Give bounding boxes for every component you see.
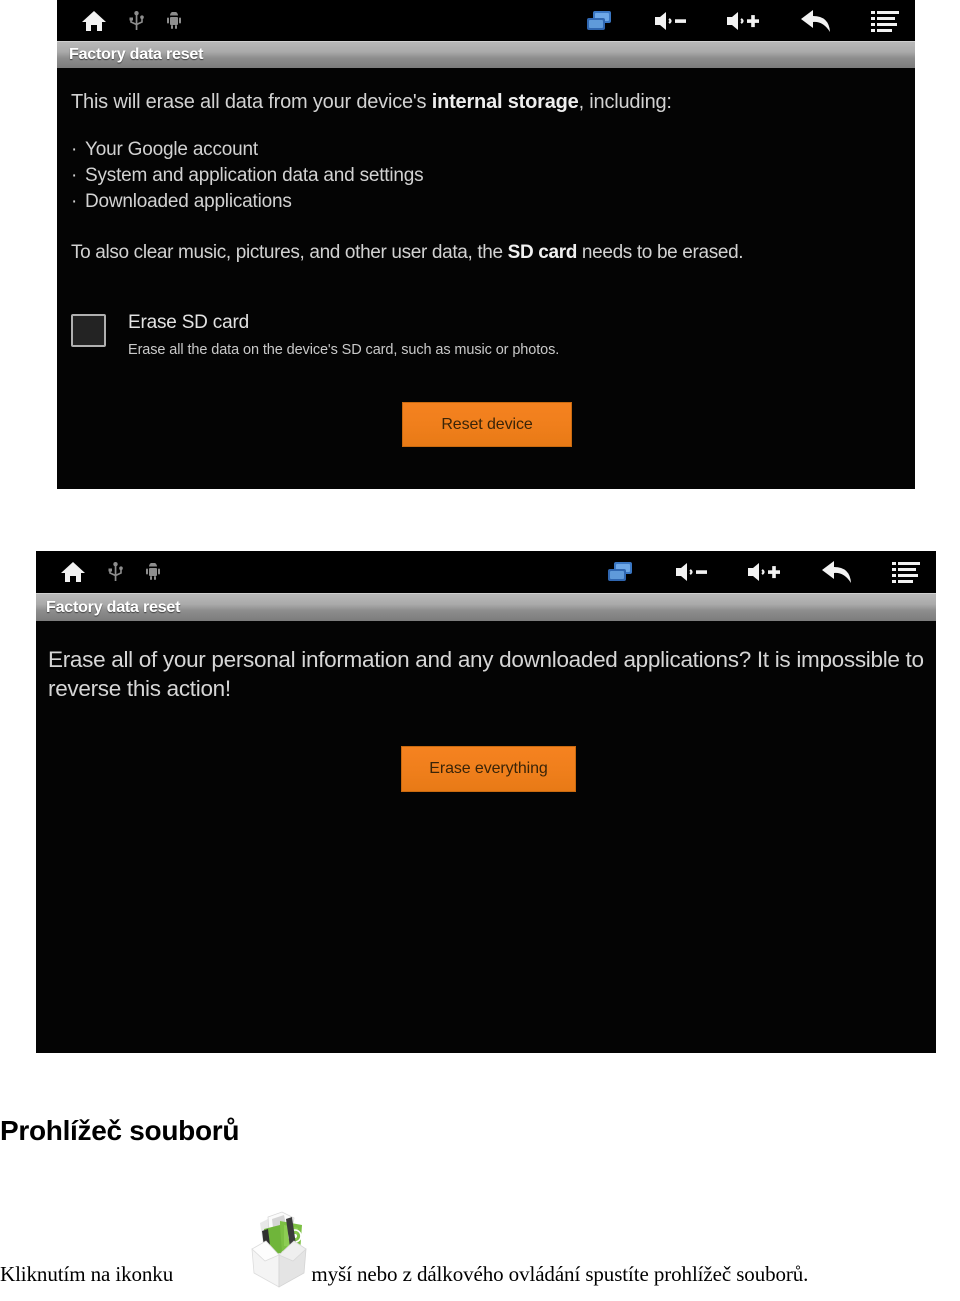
menu-list-icon[interactable] xyxy=(892,561,922,583)
status-bar-left-icons xyxy=(81,9,182,33)
status-bar-left-icons xyxy=(60,560,161,584)
android-screenshot-confirm: Factory data reset Erase all of your per… xyxy=(36,551,936,1053)
status-bar-right-icons xyxy=(606,559,922,585)
erase-sd-card-checkbox[interactable] xyxy=(71,313,106,347)
status-bar-right-icons xyxy=(585,8,901,34)
volume-up-icon[interactable] xyxy=(746,560,782,584)
usb-icon xyxy=(108,562,123,582)
settings-body: This will erase all data from your devic… xyxy=(57,68,915,358)
erase-sd-card-row[interactable]: Erase SD card Erase all the data on the … xyxy=(71,312,915,358)
intro-text: This will erase all data from your devic… xyxy=(71,90,915,115)
erased-items-list: Your Google account System and applicati… xyxy=(71,137,915,216)
sd-card-note: To also clear music, pictures, and other… xyxy=(71,242,915,264)
usb-icon xyxy=(129,10,144,31)
volume-down-icon[interactable] xyxy=(653,9,687,33)
sd-card-note-part-2: needs to be erased. xyxy=(577,241,744,263)
erase-sd-card-labels: Erase SD card Erase all the data on the … xyxy=(128,312,559,358)
caption-text-after: myší nebo z dálkového ovládání spustíte … xyxy=(311,1262,809,1286)
intro-text-emphasis: internal storage xyxy=(431,91,579,113)
caption: Kliknutím na ikonku myší nebo z dálkovéh… xyxy=(0,1262,960,1287)
erase-sd-card-description: Erase all the data on the device's SD ca… xyxy=(128,341,560,358)
android-screenshot-settings: Factory data reset This will erase all d… xyxy=(57,0,915,489)
list-item: Your Google account xyxy=(71,137,915,163)
home-icon[interactable] xyxy=(81,9,107,33)
back-arrow-icon[interactable] xyxy=(820,559,854,585)
status-bar xyxy=(36,551,936,593)
status-bar xyxy=(57,0,915,41)
sd-card-note-part-1: To also clear music, pictures, and other… xyxy=(71,241,508,263)
home-icon[interactable] xyxy=(60,560,86,584)
list-item: System and application data and settings xyxy=(71,163,915,189)
volume-down-icon[interactable] xyxy=(674,560,708,584)
screen-title-bar: Factory data reset xyxy=(36,593,936,621)
android-robot-icon xyxy=(145,562,161,581)
sd-card-note-emphasis: SD card xyxy=(507,241,578,263)
page-title: Prohlížeč souborů xyxy=(0,1115,240,1146)
screens-icon[interactable] xyxy=(606,560,636,584)
back-arrow-icon[interactable] xyxy=(799,8,833,34)
android-robot-icon xyxy=(166,11,182,30)
caption-text-before: Kliknutím na ikonku xyxy=(0,1262,174,1286)
screen-title: Factory data reset xyxy=(46,598,181,616)
confirmation-warning-text: Erase all of your personal information a… xyxy=(48,647,924,702)
screen-title: Factory data reset xyxy=(69,46,204,63)
intro-text-part-1: This will erase all data from your devic… xyxy=(71,91,432,113)
intro-text-part-2: , including: xyxy=(578,91,672,113)
confirm-body: Erase all of your personal information a… xyxy=(36,621,936,704)
menu-list-icon[interactable] xyxy=(871,10,901,32)
erase-everything-button[interactable]: Erase everything xyxy=(401,746,576,792)
screen-title-bar: Factory data reset xyxy=(57,41,915,68)
reset-device-button[interactable]: Reset device xyxy=(402,402,572,447)
erase-sd-card-label: Erase SD card xyxy=(128,311,249,333)
list-item: Downloaded applications xyxy=(71,189,915,215)
screens-icon[interactable] xyxy=(585,9,615,33)
volume-up-icon[interactable] xyxy=(725,9,761,33)
